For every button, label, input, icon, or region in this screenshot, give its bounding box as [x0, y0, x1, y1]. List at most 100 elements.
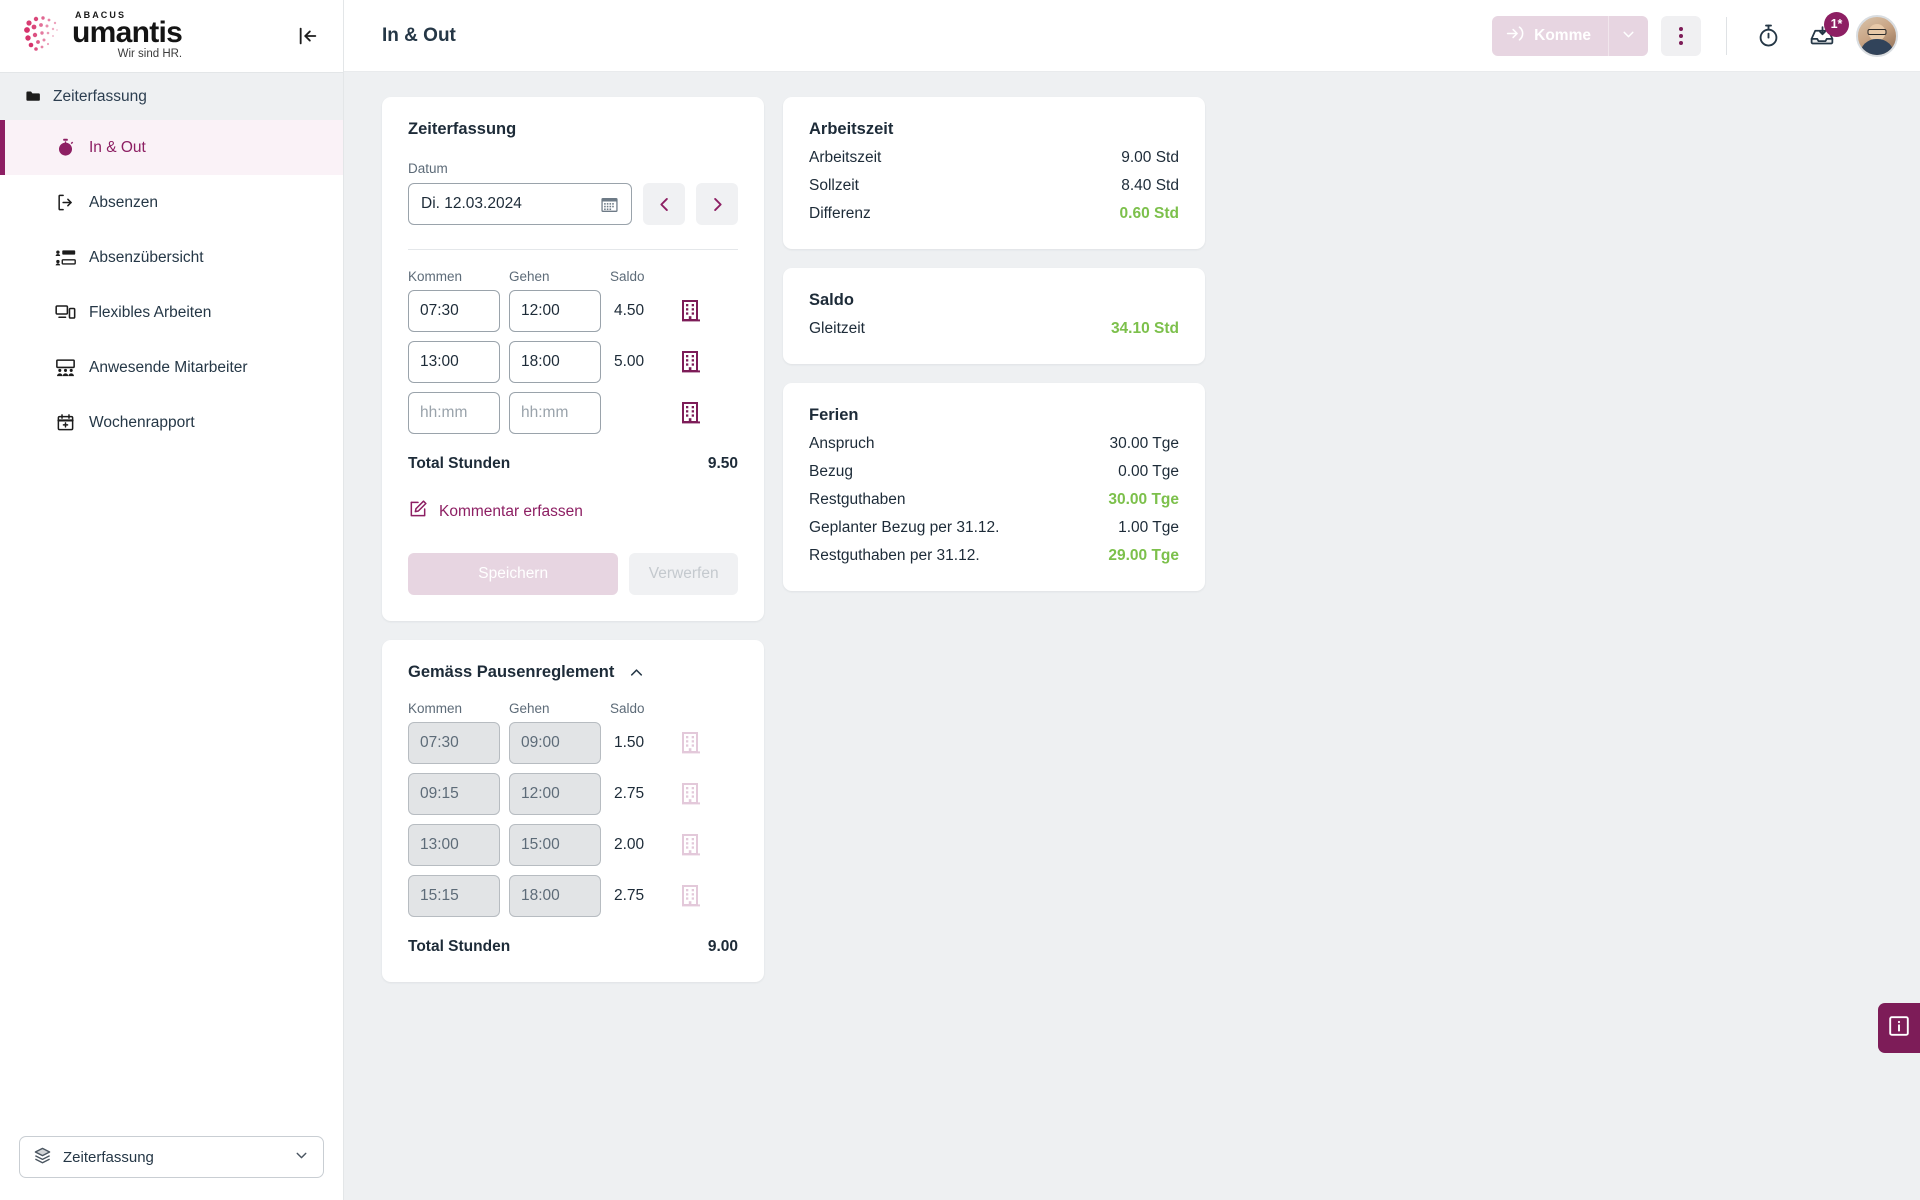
summary-value: 30.00 Tge	[1109, 435, 1179, 453]
kommen-input-readonly	[408, 722, 500, 764]
summary-row: Geplanter Bezug per 31.12. 1.00 Tge	[809, 519, 1179, 537]
context-select-value: Zeiterfassung	[63, 1149, 154, 1166]
avatar-glasses	[1868, 29, 1887, 35]
building-icon	[677, 783, 705, 805]
summary-value: 29.00 Tge	[1108, 547, 1179, 565]
next-day-button[interactable]	[696, 183, 738, 225]
avatar[interactable]	[1856, 15, 1898, 57]
calendar-plus-icon	[54, 413, 76, 432]
people-group-icon	[54, 358, 76, 377]
building-icon[interactable]	[677, 402, 705, 424]
page-title: In & Out	[382, 25, 1492, 47]
sidebar-item-absenzen[interactable]: Absenzen	[0, 175, 343, 230]
summary-row: Restguthaben per 31.12. 29.00 Tge	[809, 547, 1179, 565]
gehen-input[interactable]	[509, 290, 601, 332]
summary-label: Sollzeit	[809, 177, 859, 195]
summary-label: Restguthaben	[809, 491, 906, 509]
saldo-value: 2.75	[601, 785, 677, 803]
sidebar-footer: Zeiterfassung	[0, 1120, 343, 1200]
total-value: 9.00	[708, 938, 738, 956]
summary-label: Geplanter Bezug per 31.12.	[809, 519, 999, 537]
summary-label: Differenz	[809, 205, 871, 223]
list-people-icon	[54, 248, 76, 267]
kommen-input-readonly	[408, 875, 500, 917]
chevron-down-icon	[1620, 26, 1637, 46]
sidebar-item-absenzuebersicht[interactable]: Absenzübersicht	[0, 230, 343, 285]
right-column: Arbeitszeit Arbeitszeit 9.00 Std Sollzei…	[783, 97, 1205, 591]
content-area: Zeiterfassung Datum Di. 12.03.2024	[344, 72, 1920, 1200]
chevron-up-icon[interactable]	[627, 663, 646, 682]
sidebar-item-anwesende-mitarbeiter[interactable]: Anwesende Mitarbeiter	[0, 340, 343, 395]
summary-value: 8.40 Std	[1121, 177, 1179, 195]
inbox-badge: 1*	[1824, 12, 1849, 37]
total-value: 9.50	[708, 455, 738, 473]
column-header-gehen: Gehen	[509, 701, 601, 716]
column-header-saldo: Saldo	[610, 701, 645, 716]
building-icon	[677, 834, 705, 856]
more-options-button[interactable]	[1661, 16, 1701, 56]
avatar-body	[1860, 39, 1894, 55]
save-button[interactable]: Speichern	[408, 553, 618, 595]
summary-value: 9.00 Std	[1121, 149, 1179, 167]
gehen-input-readonly	[509, 875, 601, 917]
info-square-icon	[1887, 1014, 1911, 1043]
ferien-card: Ferien Anspruch 30.00 Tge Bezug 0.00 Tge…	[783, 383, 1205, 591]
info-side-tab[interactable]	[1878, 1003, 1920, 1053]
komme-button-label: Komme	[1534, 27, 1591, 45]
previous-day-button[interactable]	[643, 183, 685, 225]
kommen-input[interactable]	[408, 392, 500, 434]
kommen-input[interactable]	[408, 341, 500, 383]
app-root: ABACUS umantis Wir sind HR. Zeiterfassun…	[0, 0, 1920, 1200]
sidebar-item-flexibles-arbeiten[interactable]: Flexibles Arbeiten	[0, 285, 343, 340]
gehen-input-readonly	[509, 773, 601, 815]
stopwatch-icon[interactable]	[1748, 16, 1788, 56]
saldo-value: 2.75	[601, 887, 677, 905]
total-row: Total Stunden 9.00	[408, 938, 738, 956]
context-select[interactable]: Zeiterfassung	[19, 1136, 324, 1178]
left-column: Zeiterfassung Datum Di. 12.03.2024	[382, 97, 764, 982]
discard-button[interactable]: Verwerfen	[629, 553, 738, 595]
date-input[interactable]: Di. 12.03.2024	[408, 183, 632, 225]
table-row: 2.75	[408, 875, 738, 917]
sidebar-item-label: Absenzen	[89, 194, 158, 212]
brand-row: ABACUS umantis Wir sind HR.	[0, 0, 343, 72]
summary-label: Gleitzeit	[809, 320, 865, 338]
date-input-value: Di. 12.03.2024	[421, 195, 522, 213]
form-actions: Speichern Verwerfen	[408, 553, 738, 595]
devices-icon	[54, 303, 76, 322]
column-header-gehen: Gehen	[509, 269, 601, 284]
building-icon[interactable]	[677, 351, 705, 373]
kebab-dot	[1679, 34, 1683, 38]
kommen-input[interactable]	[408, 290, 500, 332]
table-row: 2.00	[408, 824, 738, 866]
logout-arrow-icon	[54, 193, 76, 212]
summary-label: Restguthaben per 31.12.	[809, 547, 980, 565]
calendar-icon[interactable]	[600, 195, 619, 214]
add-comment-link[interactable]: Kommentar erfassen	[408, 499, 738, 524]
nav-section-label: Zeiterfassung	[53, 88, 147, 106]
sidebar: ABACUS umantis Wir sind HR. Zeiterfassun…	[0, 0, 344, 1200]
collapse-sidebar-icon[interactable]	[291, 19, 325, 53]
komme-dropdown-button[interactable]	[1608, 16, 1648, 56]
logo[interactable]: ABACUS umantis Wir sind HR.	[22, 11, 291, 61]
arbeitszeit-card: Arbeitszeit Arbeitszeit 9.00 Std Sollzei…	[783, 97, 1205, 249]
card-title: Gemäss Pausenreglement	[408, 663, 614, 682]
date-row: Di. 12.03.2024	[408, 183, 738, 225]
komme-button[interactable]: Komme	[1492, 16, 1608, 56]
stopwatch-icon	[54, 138, 76, 157]
inbox-icon[interactable]: 1*	[1802, 16, 1842, 56]
sidebar-item-wochenrapport[interactable]: Wochenrapport	[0, 395, 343, 450]
gehen-input[interactable]	[509, 341, 601, 383]
building-icon[interactable]	[677, 300, 705, 322]
time-columns-header: Kommen Gehen Saldo	[408, 701, 738, 716]
saldo-value: 5.00	[601, 353, 677, 371]
kommen-input-readonly	[408, 824, 500, 866]
summary-label: Anspruch	[809, 435, 874, 453]
gehen-input[interactable]	[509, 392, 601, 434]
nav-section-zeiterfassung[interactable]: Zeiterfassung	[0, 72, 343, 120]
sidebar-item-in-and-out[interactable]: In & Out	[0, 120, 343, 175]
sidebar-item-label: In & Out	[89, 139, 146, 157]
gehen-input-readonly	[509, 722, 601, 764]
total-label: Total Stunden	[408, 938, 510, 956]
toolbar-divider	[1726, 17, 1727, 55]
